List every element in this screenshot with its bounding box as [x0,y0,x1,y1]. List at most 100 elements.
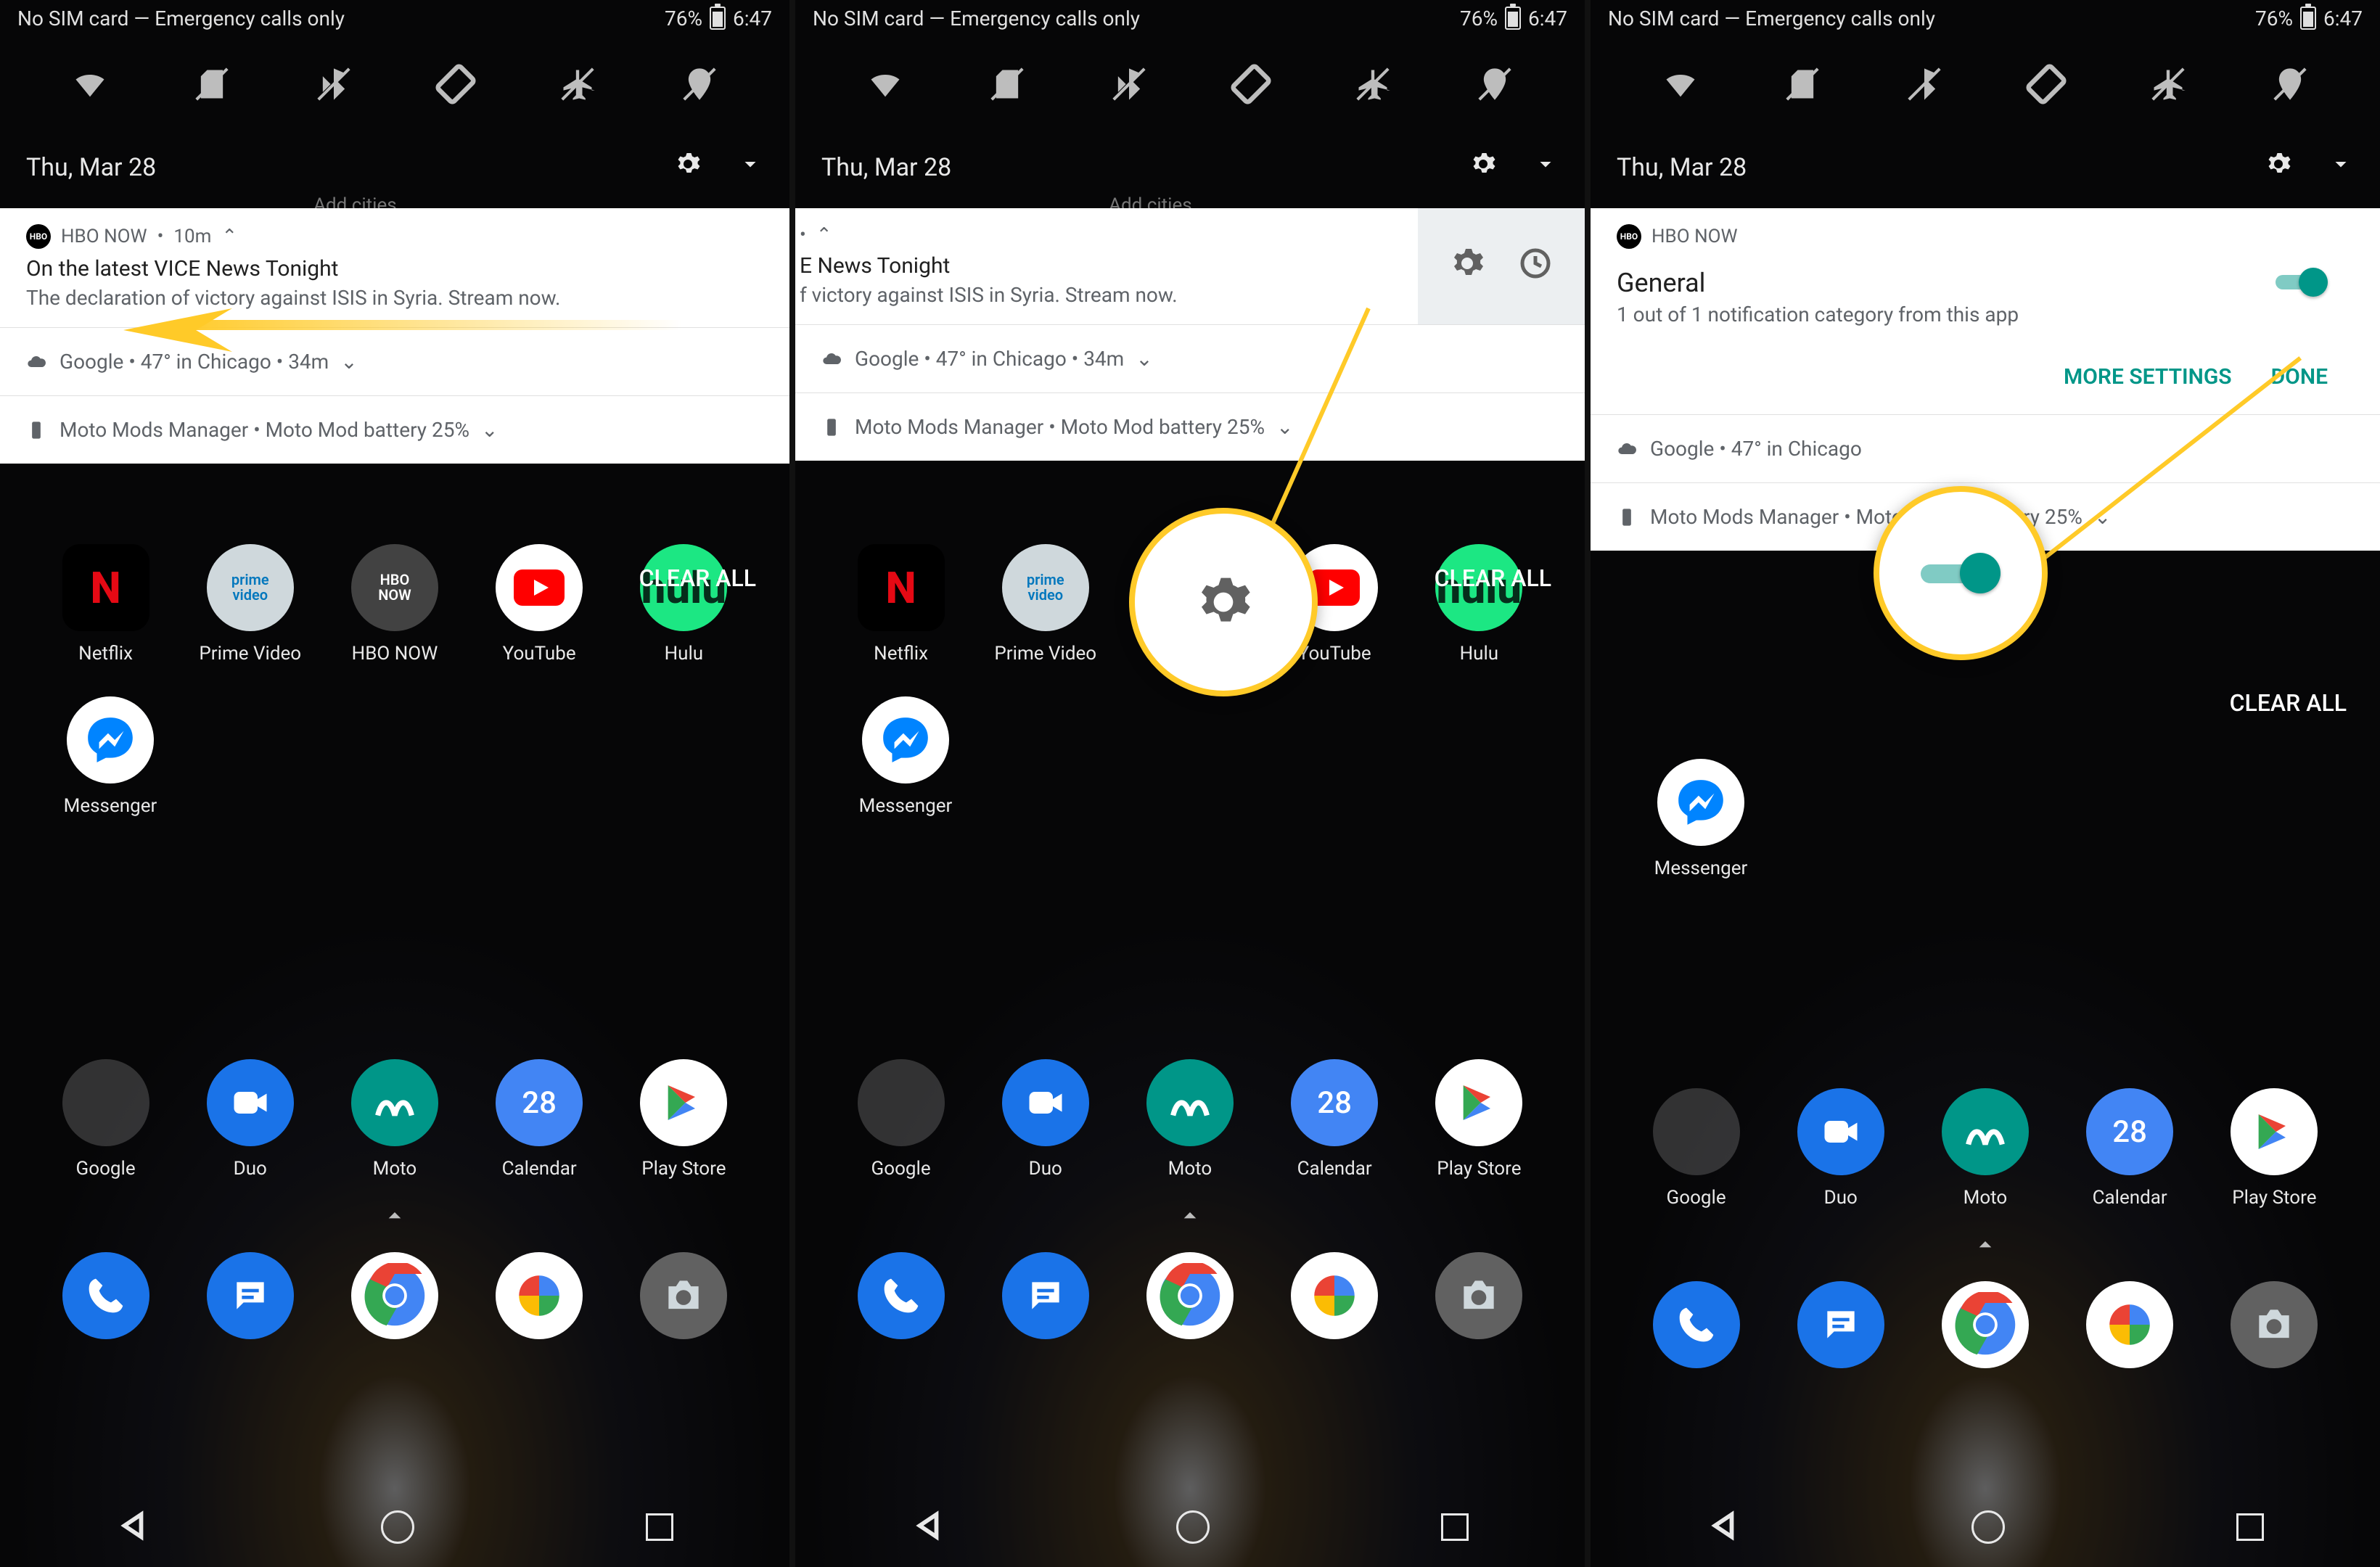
bluetooth-off-icon[interactable] [1107,62,1151,106]
drawer-handle-icon[interactable] [1971,1230,2000,1259]
app-messenger[interactable]: Messenger [1636,759,1766,879]
app-hbo now[interactable]: HBONOW HBO NOW [329,544,460,665]
app-play store[interactable]: Play Store [618,1059,749,1180]
notification-google[interactable]: Google • 47° in Chicago [1591,415,2380,483]
app-dock[interactable] [474,1252,604,1339]
wifi-icon[interactable] [863,62,907,106]
chevron-down-icon[interactable]: ⌄ [481,418,498,442]
clear-all-button[interactable]: CLEAR ALL [2230,689,2347,717]
snooze-icon[interactable] [1518,246,1553,287]
settings-icon[interactable] [2265,151,2291,184]
airplane-off-icon[interactable] [2146,62,2190,106]
expand-icon[interactable] [737,151,763,184]
back-button[interactable] [911,1509,945,1545]
app-netflix[interactable]: N Netflix [41,544,171,665]
clear-all-button[interactable]: CLEAR ALL [1435,564,1551,592]
battery-pct: 76% [665,7,702,30]
collapse-icon[interactable]: ⌃ [221,226,237,247]
app-dock[interactable] [2209,1281,2339,1368]
app-hulu[interactable]: hulu Hulu [1413,544,1544,665]
expand-icon[interactable] [2328,151,2354,184]
app-dock[interactable] [980,1252,1111,1339]
app-dock[interactable] [1776,1281,1906,1368]
app-label: HBO NOW [352,643,438,665]
app-dock[interactable] [1631,1281,1762,1368]
app-dock[interactable] [836,1252,967,1339]
recents-button[interactable] [2236,1513,2264,1541]
app-google[interactable]: Google [836,1059,967,1180]
app-dock[interactable] [1413,1252,1544,1339]
app-dock[interactable] [185,1252,316,1339]
app-hulu[interactable]: hulu Hulu [618,544,749,665]
notification-moto[interactable]: Moto Mods Manager • Moto Mod battery 25%… [795,393,1585,461]
app-netflix[interactable]: N Netflix [836,544,967,665]
clear-all-button[interactable]: CLEAR ALL [639,564,756,592]
app-calendar[interactable]: 28 Calendar [2064,1088,2195,1209]
drawer-handle-icon[interactable] [1175,1201,1205,1230]
app-google[interactable]: Google [1631,1088,1762,1209]
app-dock[interactable] [41,1252,171,1339]
battery-icon [710,7,726,30]
airplane-off-icon[interactable] [556,62,599,106]
app-moto[interactable]: Moto [1920,1088,2051,1209]
back-button[interactable] [1707,1509,1740,1545]
app-dock[interactable] [618,1252,749,1339]
sim-off-icon[interactable] [1781,62,1824,106]
home-button[interactable] [1971,1510,2005,1544]
expand-icon[interactable] [1532,151,1559,184]
app-duo[interactable]: Duo [980,1059,1111,1180]
back-button[interactable] [116,1509,149,1545]
location-off-icon[interactable] [2268,62,2312,106]
app-prime video[interactable]: primevideo Prime Video [980,544,1111,665]
recents-button[interactable] [1441,1513,1469,1541]
app-play store[interactable]: Play Store [1413,1059,1544,1180]
location-off-icon[interactable] [1473,62,1517,106]
more-settings-button[interactable]: MORE SETTINGS [2064,364,2232,390]
app-moto[interactable]: Moto [1125,1059,1255,1180]
auto-rotate-icon[interactable] [434,62,477,106]
settings-icon[interactable] [675,151,701,184]
app-dock[interactable] [329,1252,460,1339]
app-google[interactable]: Google [41,1059,171,1180]
auto-rotate-icon[interactable] [1229,62,1273,106]
location-off-icon[interactable] [678,62,721,106]
settings-icon[interactable] [1470,151,1496,184]
notification-moto[interactable]: Moto Mods Manager • Moto Mod battery 25%… [0,396,789,464]
app-duo[interactable]: Duo [1776,1088,1906,1209]
bluetooth-off-icon[interactable] [312,62,356,106]
shade-date-row: Thu, Mar 28 [0,138,789,208]
recents-button[interactable] [646,1513,673,1541]
notification-hbo[interactable]: HBO HBO NOW • 10m ⌃ On the latest VICE N… [0,208,789,328]
notification-hbo-swiped[interactable]: •10m ⌃ E News Tonight f victory against … [795,208,1585,325]
channel-toggle[interactable] [2276,268,2328,297]
sim-off-icon[interactable] [190,62,234,106]
chevron-down-icon[interactable]: ⌄ [340,350,357,374]
app-messenger[interactable]: Messenger [840,696,971,817]
bluetooth-off-icon[interactable] [1903,62,1946,106]
notification-google[interactable]: Google • 47° in Chicago • 34m ⌄ [795,325,1585,393]
app-dock[interactable] [1920,1281,2051,1368]
notif-moto-text: Moto Mods Manager • Moto Mod battery 25% [60,418,469,442]
wifi-icon[interactable] [68,62,112,106]
app-prime video[interactable]: primevideo Prime Video [185,544,316,665]
wifi-icon[interactable] [1659,62,1702,106]
app-dock[interactable] [1125,1252,1255,1339]
app-youtube[interactable]: YouTube [474,544,604,665]
app-dock[interactable] [2064,1281,2195,1368]
app-play store[interactable]: Play Store [2209,1088,2339,1209]
sim-off-icon[interactable] [985,62,1029,106]
app-duo[interactable]: Duo [185,1059,316,1180]
auto-rotate-icon[interactable] [2024,62,2068,106]
phone-icon [26,419,48,441]
airplane-off-icon[interactable] [1351,62,1395,106]
drawer-handle-icon[interactable] [380,1201,409,1230]
app-messenger[interactable]: Messenger [45,696,176,817]
app-dock[interactable] [1269,1252,1400,1339]
app-calendar[interactable]: 28 Calendar [1269,1059,1400,1180]
notification-settings-icon[interactable] [1450,246,1485,287]
app-calendar[interactable]: 28 Calendar [474,1059,604,1180]
notification-google[interactable]: Google • 47° in Chicago • 34m ⌄ [0,328,789,396]
home-button[interactable] [1176,1510,1210,1544]
home-button[interactable] [381,1510,414,1544]
app-moto[interactable]: Moto [329,1059,460,1180]
